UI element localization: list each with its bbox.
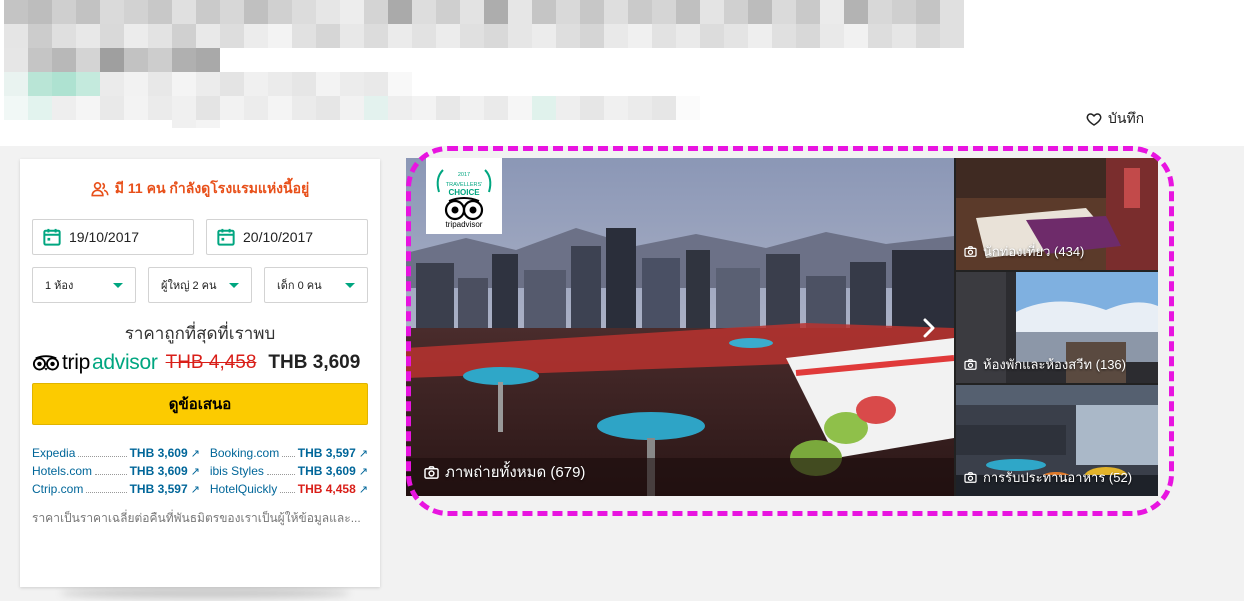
thumb-caption: นักท่องเที่ยว (434) [964,241,1084,262]
best-price: THB 3,609 [268,352,361,373]
save-button[interactable]: บันทึก [1086,108,1144,130]
external-link-icon: ↗ [190,466,200,478]
viewers-text: มี 11 คน กำลังดูโรงแรมแห่งนี้อยู่ [114,180,310,196]
leader-dots [78,448,127,457]
chevron-down-icon [229,282,239,288]
travellers-choice-icon: 2017 TRAVELLERS' CHOICE [436,168,492,220]
view-deal-button[interactable]: ดูข้อเสนอ [32,383,368,425]
offer-expedia[interactable]: Expedia THB 3,609 ↗ [32,446,200,464]
thumb-travelers[interactable]: นักท่องเที่ยว (434) [956,158,1158,270]
photo-gallery: 2017 TRAVELLERS' CHOICE tripadvisor ภาพถ… [406,158,1158,496]
offer-price: THB 3,597 [129,482,188,496]
calendar-icon [43,228,61,246]
camera-icon [964,359,977,370]
chevron-right-icon [923,318,935,338]
redacted-hotel-title [4,0,964,24]
offer-ctrip[interactable]: Ctrip.com THB 3,597 ↗ [32,482,200,500]
badge-line2: CHOICE [448,188,480,197]
external-link-icon: ↗ [358,448,368,460]
offer-row: Hotels.com THB 3,609 ↗ ibis Styles THB 3,60… [32,464,368,482]
offer-name: ibis Styles [209,464,264,478]
offer-price: THB 3,609 [297,464,356,478]
next-photo-button[interactable] [918,315,940,341]
checkin-date-field[interactable]: 19/10/2017 [32,219,194,255]
external-link-icon: ↗ [190,448,200,460]
price-row: trip advisor THB 4,458 THB 3,609 [32,350,368,376]
offer-price: THB 4,458 [297,482,356,496]
leader-dots [95,466,127,475]
checkout-date-field[interactable]: 20/10/2017 [206,219,368,255]
main-photo[interactable]: 2017 TRAVELLERS' CHOICE tripadvisor ภาพถ… [406,158,954,496]
offer-booking[interactable]: Booking.com THB 3,597 ↗ [210,446,368,464]
leader-dots [86,484,127,493]
offer-price: THB 3,609 [129,446,188,460]
save-label: บันทึก [1108,110,1145,126]
chevron-down-icon [345,282,355,288]
thumb-rooms-suites[interactable]: ห้องพักและห้องสวีท (136) [956,272,1158,383]
offer-name: Booking.com [209,446,280,460]
redacted-hotel-address [4,96,700,120]
redacted-hotel-address-tail [172,120,220,128]
booking-card: มี 11 คน กำลังดูโรงแรมแห่งนี้อยู่ 19/10/… [20,159,380,587]
external-link-icon: ↗ [190,484,200,496]
brand-prefix: trip [62,351,90,374]
rooms-select[interactable]: 1 ห้อง [32,267,136,303]
tripadvisor-logo: trip advisor [32,351,158,375]
heart-icon [1086,113,1102,126]
cheapest-price-label: ราคาถูกที่สุดที่เราพบ [124,324,276,343]
redacted-hotel-review-line [4,72,412,96]
children-select[interactable]: เด็ก 0 คน [264,267,368,303]
badge-brand: tripadvisor [445,219,483,229]
badge-year: 2017 [458,172,470,178]
calendar-icon [217,228,235,246]
price-disclaimer: ราคาเป็นราคาเฉลี่ยต่อคืนที่พันธมิตรของเร… [32,511,361,525]
children-value: เด็ก 0 คน [277,280,322,292]
thumb-label: ห้องพักและห้องสวีท (136) [983,357,1126,372]
all-photos-caption[interactable]: ภาพถ่ายทั้งหมด (679) [424,460,585,484]
owl-icon [32,355,60,371]
leader-dots [280,484,295,493]
checkin-value: 19/10/2017 [69,229,140,245]
people-icon [91,181,109,197]
offer-hotelquickly[interactable]: HotelQuickly THB 4,458 ↗ [210,482,368,500]
checkout-value: 20/10/2017 [243,229,314,245]
leader-dots [282,448,295,457]
camera-icon [964,472,977,483]
offer-ibis[interactable]: ibis Styles THB 3,609 ↗ [210,464,368,482]
brand-suffix: advisor [91,351,158,374]
external-link-icon: ↗ [358,484,368,496]
camera-icon [964,246,977,257]
redacted-hotel-rating [4,48,220,72]
offers-list: Expedia THB 3,609 ↗ Booking.com THB 3,597 ↗ … [32,446,368,500]
card-shadow [60,588,350,598]
thumb-label: การรับประทานอาหาร (52) [983,470,1133,485]
hotel-header: บันทึก [0,0,1244,146]
thumb-caption: การรับประทานอาหาร (52) [964,467,1132,488]
redacted-hotel-title-line2 [4,24,964,48]
offer-name: HotelQuickly [209,482,278,496]
offer-price: THB 3,609 [129,464,188,478]
camera-icon [424,465,439,479]
adults-select[interactable]: ผู้ใหญ่ 2 คน [148,267,252,303]
offer-name: Expedia [32,446,76,460]
rooms-value: 1 ห้อง [45,280,74,292]
thumb-caption: ห้องพักและห้องสวีท (136) [964,354,1126,375]
offer-hotels[interactable]: Hotels.com THB 3,609 ↗ [32,464,200,482]
thumb-label: นักท่องเที่ยว (434) [983,244,1085,259]
external-link-icon: ↗ [358,466,368,478]
chevron-down-icon [113,282,123,288]
viewers-notice: มี 11 คน กำลังดูโรงแรมแห่งนี้อยู่ [20,178,380,200]
offer-price: THB 3,597 [297,446,356,460]
travellers-choice-badge: 2017 TRAVELLERS' CHOICE tripadvisor [426,158,502,234]
all-photos-label: ภาพถ่ายทั้งหมด (679) [445,464,586,481]
thumb-dining[interactable]: การรับประทานอาหาร (52) [956,385,1158,496]
offer-name: Ctrip.com [32,482,84,496]
offer-row: Expedia THB 3,609 ↗ Booking.com THB 3,597 ↗ [32,446,368,464]
offer-row: Ctrip.com THB 3,597 ↗ HotelQuickly THB 4,45… [32,482,368,500]
adults-value: ผู้ใหญ่ 2 คน [161,280,217,292]
old-price: THB 4,458 [165,352,257,373]
offer-name: Hotels.com [32,464,93,478]
leader-dots [266,466,295,475]
